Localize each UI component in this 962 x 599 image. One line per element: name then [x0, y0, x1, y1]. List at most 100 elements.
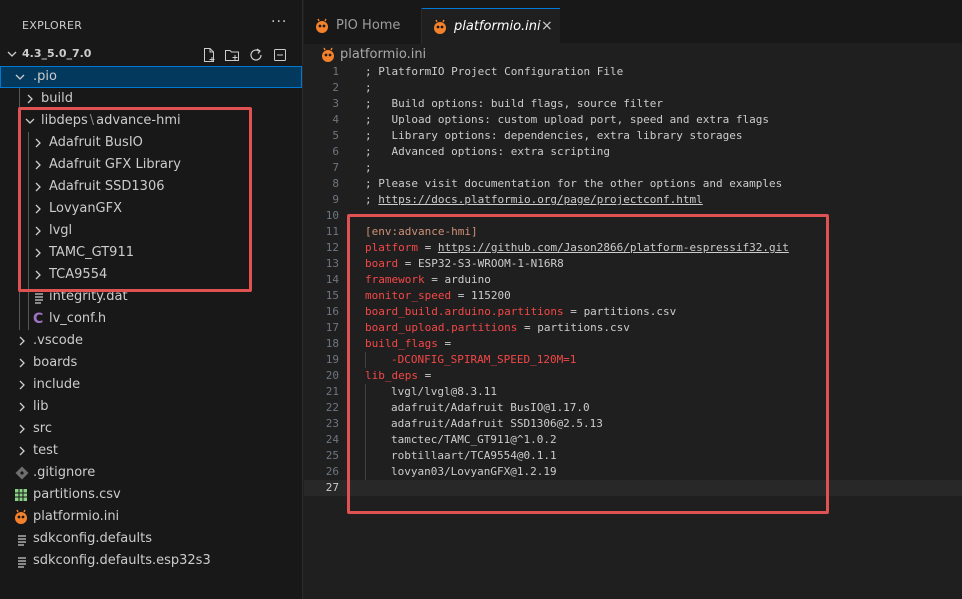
comment: ; Upload options: custom upload port, sp… — [365, 113, 769, 126]
code-line: 9; https://docs.platformio.org/page/proj… — [304, 192, 962, 208]
chevron-down-icon — [15, 74, 25, 80]
text-file-icon — [18, 557, 26, 568]
line-number: 7 — [332, 161, 339, 174]
line-number: 11 — [325, 225, 339, 238]
tree-item-label: .gitignore — [33, 465, 96, 480]
line-number: 20 — [325, 369, 339, 382]
line-number: 13 — [325, 257, 339, 270]
tree-item-label: sdkconfig.defaults — [33, 531, 152, 546]
code-line: 6 ; Advanced options: extra scripting — [304, 144, 962, 160]
line-number: 6 — [332, 145, 339, 158]
csv-file-icon — [15, 489, 27, 501]
explorer-sidebar: EXPLORER ··· 4.3_5.0_7.0 .pio build libd… — [0, 0, 303, 599]
tree-item-label: sdkconfig.defaults.esp32s3 — [33, 553, 211, 568]
line-number: 22 — [325, 401, 339, 414]
breadcrumb-file[interactable]: platformio.ini — [340, 47, 426, 62]
code-line: 3 ; Build options: build flags, source fi… — [304, 96, 962, 112]
code-line: 2; — [304, 80, 962, 96]
line-number: 2 — [332, 81, 339, 94]
line-number: 8 — [332, 177, 339, 190]
workspace-root[interactable]: 4.3_5.0_7.0 — [0, 44, 303, 66]
code-line: 8 ; Please visit documentation for the ot… — [304, 176, 962, 192]
code-editor[interactable]: 1 ; PlatformIO Project Configuration File… — [304, 64, 962, 599]
doc-link[interactable]: https://docs.platformio.org/page/project… — [378, 193, 703, 206]
platformio-icon — [434, 19, 446, 34]
code-line: 5 ; Library options: dependencies, extra … — [304, 128, 962, 144]
line-number: 24 — [325, 433, 339, 446]
tree-item-folder[interactable]: .vscode — [0, 330, 302, 352]
tree-item-label: partitions.csv — [33, 487, 121, 502]
tree-item-folder[interactable]: lib — [0, 396, 302, 418]
line-number: 9 — [332, 193, 339, 206]
code-line: 1 ; PlatformIO Project Configuration File — [304, 64, 962, 80]
code-line: 4 ; Upload options: custom upload port, s… — [304, 112, 962, 128]
comment: ; Library options: dependencies, extra l… — [365, 129, 743, 142]
chevron-down-icon — [7, 51, 17, 57]
line-number: 12 — [325, 241, 339, 254]
tree-item-label: lv_conf.h — [49, 311, 107, 326]
line-number: 23 — [325, 417, 339, 430]
line-number: 17 — [325, 321, 339, 334]
tree-item-file[interactable]: sdkconfig.defaults — [0, 528, 302, 550]
chevron-right-icon — [19, 380, 25, 390]
comment: ; Build options: build flags, source fil… — [365, 97, 664, 110]
tree-item-label: platformio.ini — [33, 509, 120, 524]
line-number: 19 — [325, 353, 339, 366]
text-file-icon — [18, 535, 26, 546]
comment: ; PlatformIO Project Configuration File — [365, 65, 624, 78]
line-number: 21 — [325, 385, 339, 398]
comment: ; — [365, 161, 372, 174]
platformio-icon — [322, 47, 334, 62]
workspace-root-label: 4.3_5.0_7.0 — [22, 47, 92, 60]
chevron-right-icon — [19, 424, 25, 434]
line-number: 15 — [325, 289, 339, 302]
c-header-icon: C — [33, 311, 44, 327]
line-number: 26 — [325, 465, 339, 478]
comment: ; — [365, 193, 379, 206]
tab-label: platformio.ini — [454, 19, 541, 34]
editor-tab-bar: PIO Home platformio.ini × — [304, 0, 962, 44]
explorer-header: EXPLORER ··· — [0, 0, 303, 35]
tree-item-file[interactable]: .gitignore — [0, 462, 302, 484]
tree-item-label: include — [33, 377, 81, 392]
tab-platformio-ini[interactable]: platformio.ini × — [422, 8, 560, 44]
new-file-icon[interactable] — [201, 47, 217, 63]
tree-item-folder[interactable]: test — [0, 440, 302, 462]
tree-item-file[interactable]: partitions.csv — [0, 484, 302, 506]
chevron-right-icon — [19, 336, 25, 346]
line-number: 3 — [332, 97, 339, 110]
line-number: 25 — [325, 449, 339, 462]
tree-item-label: test — [33, 443, 58, 458]
tree-item-folder[interactable]: boards — [0, 352, 302, 374]
close-icon[interactable]: × — [541, 18, 553, 34]
platformio-icon — [15, 509, 27, 524]
tree-item-file[interactable]: sdkconfig.defaults.esp32s3 — [0, 550, 302, 572]
highlight-box — [347, 214, 829, 514]
tab-label: PIO Home — [336, 18, 401, 33]
collapse-all-icon[interactable] — [272, 47, 288, 63]
tree-item-label: boards — [33, 355, 78, 370]
line-number: 1 — [332, 65, 339, 78]
tree-item-folder[interactable]: include — [0, 374, 302, 396]
tree-item-file[interactable]: C lv_conf.h — [0, 308, 302, 330]
tree-item-file[interactable]: platformio.ini — [0, 506, 302, 528]
tree-item-folder[interactable]: src — [0, 418, 302, 440]
chevron-right-icon — [27, 94, 33, 104]
line-number: 14 — [325, 273, 339, 286]
line-number: 16 — [325, 305, 339, 318]
line-number: 5 — [332, 129, 339, 142]
chevron-right-icon — [19, 446, 25, 456]
refresh-icon[interactable] — [248, 47, 264, 63]
chevron-right-icon — [19, 358, 25, 368]
tree-item-pio[interactable]: .pio — [0, 66, 302, 88]
line-number: 27 — [325, 481, 339, 494]
new-folder-icon[interactable] — [224, 47, 240, 63]
chevron-right-icon — [19, 402, 25, 412]
line-number: 10 — [325, 209, 339, 222]
tab-pio-home[interactable]: PIO Home — [304, 8, 422, 44]
explorer-title: EXPLORER — [22, 19, 83, 32]
tree-item-label: .vscode — [33, 333, 83, 348]
comment: ; — [365, 81, 372, 94]
comment: ; Advanced options: extra scripting — [365, 145, 611, 158]
more-actions-icon[interactable]: ··· — [271, 14, 287, 30]
